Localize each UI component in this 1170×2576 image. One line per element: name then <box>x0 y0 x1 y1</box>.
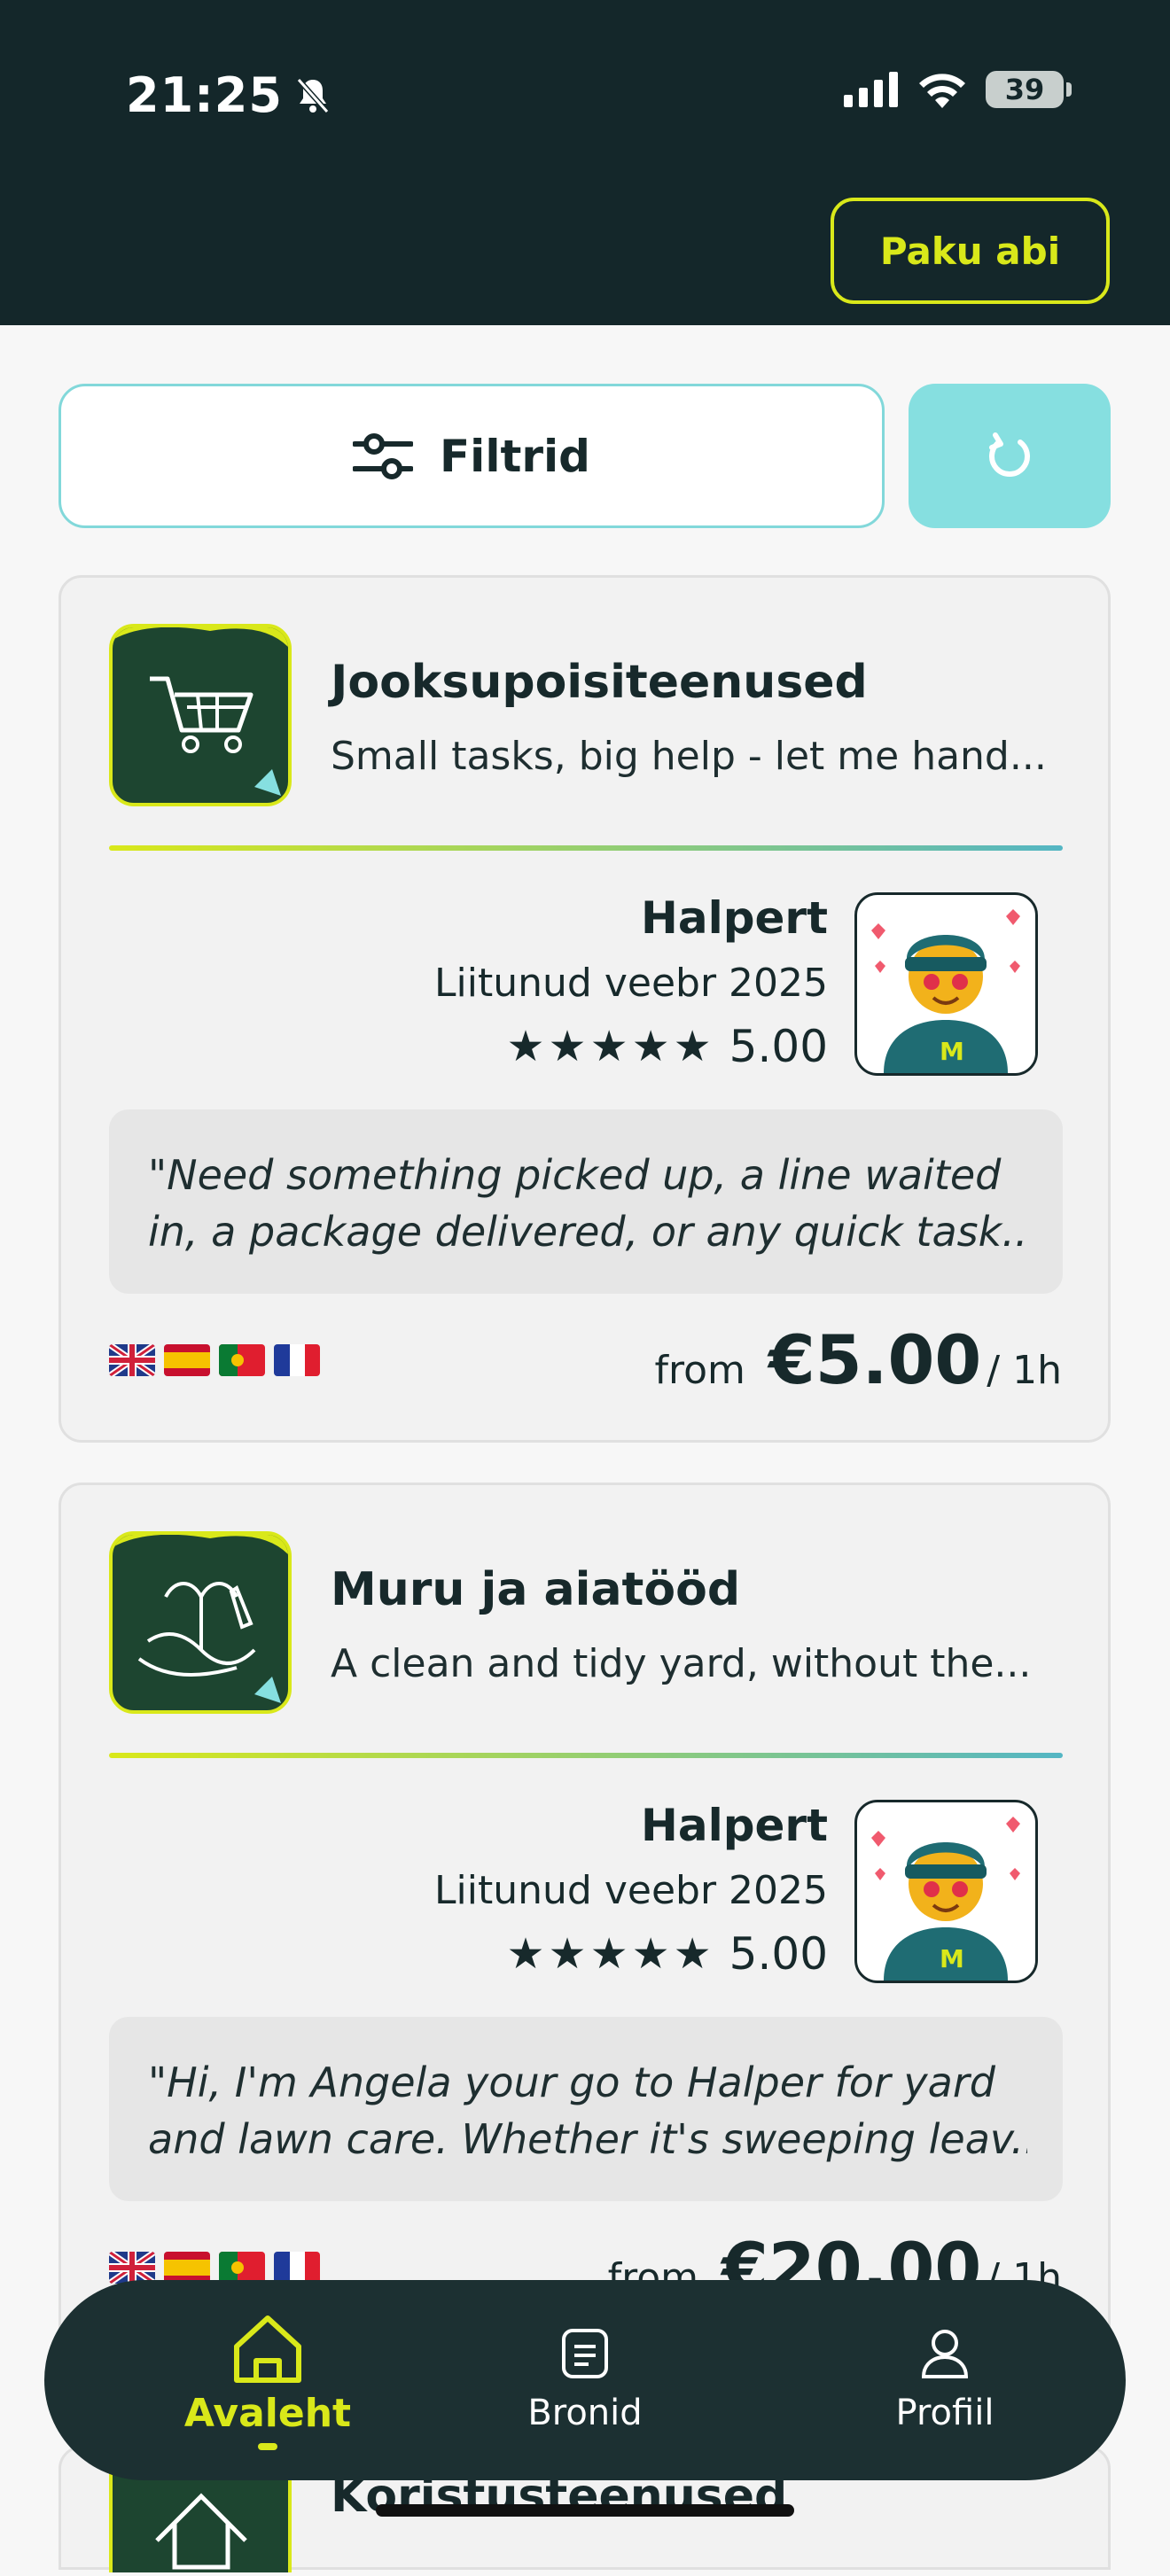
sliders-icon <box>353 432 414 479</box>
quote-line: "Hi, I'm Angela your go to Halper for ya… <box>148 2058 995 2106</box>
rating-value: 5.00 <box>729 1928 828 1980</box>
refresh-button[interactable] <box>909 384 1111 528</box>
provider-rating: ★★★★★ 5.00 <box>507 1021 828 1072</box>
gardening-icon <box>109 1531 292 1714</box>
filter-label: Filtrid <box>440 430 590 482</box>
card-divider <box>109 1753 1063 1758</box>
wifi-icon <box>919 74 965 108</box>
provider-joined: Liitunud veebr 2025 <box>434 1868 828 1913</box>
es-flag-icon <box>164 1344 210 1376</box>
provider-joined: Liitunud veebr 2025 <box>434 961 828 1006</box>
nav-label: Avaleht <box>183 2390 352 2436</box>
fr-flag-icon <box>274 2252 320 2284</box>
pt-flag-icon <box>219 2252 265 2284</box>
category-subtitle: Small tasks, big help - let me hand... <box>331 734 1047 779</box>
nav-label: Profiil <box>895 2393 994 2433</box>
provider-quote: "Need something picked up, a line waited… <box>109 1109 1063 1294</box>
person-icon <box>921 2330 969 2378</box>
language-flags <box>109 1344 320 1376</box>
app-header: 21:25 39 Paku abi <box>0 0 1170 325</box>
refresh-icon <box>989 432 1030 477</box>
bell-slash-icon <box>296 77 330 113</box>
provider-name: Halpert <box>641 892 828 944</box>
svg-text:M: M <box>940 1944 964 1973</box>
document-icon <box>562 2329 608 2378</box>
fr-flag-icon <box>274 1344 320 1376</box>
rating-stars: ★★★★★ <box>506 1022 715 1071</box>
provider-avatar[interactable]: M <box>854 1800 1038 1983</box>
service-card[interactable]: Muru ja aiatööd A clean and tidy yard, w… <box>58 1483 1111 2350</box>
battery-icon: 39 <box>986 71 1072 108</box>
home-icon <box>234 2315 301 2383</box>
offer-help-label: Paku abi <box>879 229 1061 273</box>
nav-item-home[interactable]: Avaleht <box>135 2280 401 2480</box>
price: from €5.00 / 1h <box>654 1320 1062 1399</box>
gb-flag-icon <box>109 1344 155 1376</box>
category-title: Jooksupoisiteenused <box>331 656 868 709</box>
signal-icon <box>844 72 898 107</box>
price-amount: €5.00 <box>768 1320 982 1399</box>
gb-flag-icon <box>109 2252 155 2284</box>
nav-item-profile[interactable]: Profiil <box>812 2280 1078 2480</box>
status-bar-time: 21:25 <box>126 67 331 123</box>
provider-name: Halpert <box>641 1800 828 1851</box>
rating-value: 5.00 <box>729 1021 828 1072</box>
es-flag-icon <box>164 2252 210 2284</box>
status-bar-right: 39 <box>844 71 1072 108</box>
quote-line: "Need something picked up, a line waited <box>148 1151 1002 1199</box>
active-indicator <box>258 2442 277 2450</box>
price-from: from <box>654 1348 745 1393</box>
quote-line: and lawn care. Whether it's sweeping lea… <box>148 2115 1027 2163</box>
quote-line: in, a package delivered, or any quick ta… <box>148 1208 1027 1256</box>
clock-text: 21:25 <box>126 67 283 123</box>
card-divider <box>109 845 1063 851</box>
shopping-cart-icon <box>109 624 292 806</box>
category-subtitle: A clean and tidy yard, without the... <box>331 1641 1032 1686</box>
rating-stars: ★★★★★ <box>506 1929 715 1979</box>
pt-flag-icon <box>219 1344 265 1376</box>
nav-item-bookings[interactable]: Bronid <box>452 2280 718 2480</box>
nav-label: Bronid <box>527 2393 643 2433</box>
provider-rating: ★★★★★ 5.00 <box>507 1928 828 1980</box>
language-flags <box>109 2252 320 2284</box>
category-title: Muru ja aiatööd <box>331 1563 741 1616</box>
filter-button[interactable]: Filtrid <box>58 384 885 528</box>
provider-avatar[interactable]: M <box>854 892 1038 1076</box>
provider-quote: "Hi, I'm Angela your go to Halper for ya… <box>109 2017 1063 2201</box>
service-card[interactable]: Jooksupoisiteenused Small tasks, big hel… <box>58 575 1111 1443</box>
price-unit: / 1h <box>987 1348 1062 1393</box>
offer-help-button[interactable]: Paku abi <box>831 198 1110 304</box>
svg-text:M: M <box>940 1037 964 1066</box>
home-indicator[interactable] <box>376 2504 794 2517</box>
bottom-navigation: Avaleht Bronid Profiil <box>44 2280 1126 2480</box>
battery-level: 39 <box>1004 73 1045 106</box>
